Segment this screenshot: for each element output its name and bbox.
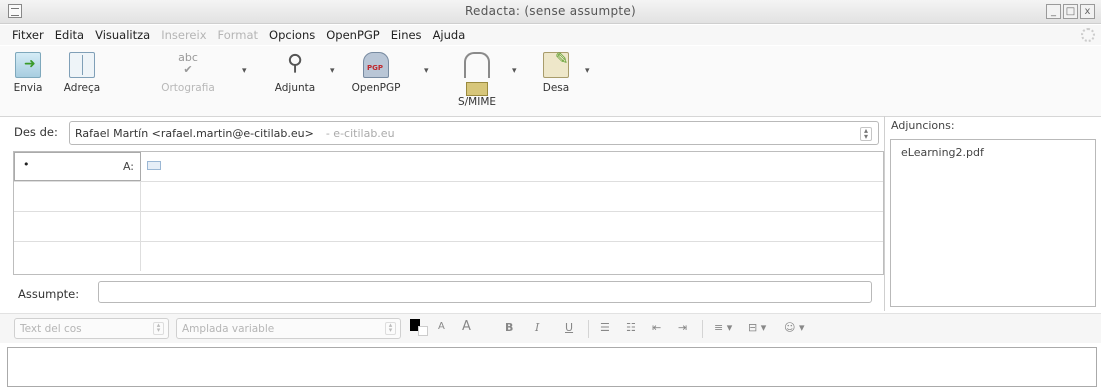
recipient-type-marker: •	[23, 158, 30, 171]
recipient-type-label: A:	[122, 160, 134, 173]
from-identity-select[interactable]: Rafael Martín <rafael.martin@e-citilab.e…	[69, 121, 879, 145]
maximize-button[interactable]: □	[1063, 4, 1078, 19]
openpgp-label: OpenPGP	[351, 82, 401, 94]
window-title: Redacta: (sense assumpte)	[464, 4, 637, 18]
toolbar-separator	[588, 320, 589, 338]
subject-label: Assumpte:	[18, 287, 80, 301]
spellcheck-icon: abc ✔	[178, 51, 198, 76]
align-dropdown-button[interactable]: ≡ ▾	[714, 321, 732, 334]
attachments-list[interactable]: eLearning2.pdf	[890, 139, 1096, 307]
spellcheck-label: Ortografia	[161, 82, 215, 94]
menu-insert[interactable]: Insereix	[161, 28, 206, 42]
openpgp-icon	[363, 52, 389, 78]
menu-options[interactable]: Opcions	[269, 28, 315, 42]
indent-button[interactable]: ⇥	[678, 321, 687, 334]
message-body-editor[interactable]	[7, 347, 1097, 387]
minimize-button[interactable]: _	[1046, 4, 1061, 19]
address-book-icon	[69, 52, 95, 78]
address-card-icon	[147, 161, 161, 170]
numbered-list-button[interactable]: ☷	[626, 321, 636, 334]
from-address: Rafael Martín <rafael.martin@e-citilab.e…	[75, 127, 314, 140]
paragraph-style-value: Text del cos	[20, 323, 82, 335]
smiley-dropdown-button[interactable]: ☺ ▾	[784, 321, 805, 334]
save-label: Desa	[542, 82, 570, 94]
attachment-item[interactable]: eLearning2.pdf	[901, 146, 984, 159]
font-value: Amplada variable	[182, 323, 275, 335]
openpgp-dropdown-arrow[interactable]: ▾	[424, 66, 429, 76]
from-row: Des de: Rafael Martín <rafael.martin@e-c…	[0, 118, 884, 148]
lock-icon	[464, 52, 490, 78]
from-account: - e-citilab.eu	[325, 127, 395, 140]
paragraph-style-select[interactable]: Text del cos ▴ ▾	[14, 318, 169, 339]
menu-format[interactable]: Format	[218, 28, 259, 42]
paperclip-icon: ⚲	[286, 51, 304, 76]
save-dropdown-arrow[interactable]: ▾	[585, 66, 590, 76]
recipient-type-cell[interactable]	[14, 242, 141, 271]
recipient-type-cell[interactable]	[14, 182, 141, 211]
recipient-row[interactable]	[14, 182, 883, 212]
from-value: Rafael Martín <rafael.martin@e-citilab.e…	[75, 127, 395, 140]
menu-help[interactable]: Ajuda	[433, 28, 466, 42]
smime-label: S/MIME	[457, 96, 497, 108]
attach-label: Adjunta	[274, 82, 316, 94]
close-button[interactable]: x	[1080, 4, 1095, 19]
spellcheck-button[interactable]: abc ✔ Ortografia	[160, 51, 216, 95]
save-button[interactable]: Desa	[538, 49, 574, 94]
address-book-label: Adreça	[63, 82, 101, 94]
recipient-row: • A:	[14, 152, 883, 182]
bullet-list-button[interactable]: ☰	[600, 321, 610, 334]
toolbar-separator	[702, 320, 703, 338]
attachments-panel: Adjuncions: eLearning2.pdf	[884, 116, 1101, 311]
smime-dropdown-arrow[interactable]: ▾	[512, 66, 517, 76]
send-label: Envia	[13, 82, 43, 94]
window-controls: _ □ x	[1046, 4, 1095, 19]
menu-file[interactable]: Fitxer	[12, 28, 44, 42]
underline-button[interactable]: U	[565, 321, 573, 334]
send-icon	[15, 52, 41, 78]
subject-row: Assumpte:	[0, 279, 884, 307]
font-select[interactable]: Amplada variable ▴ ▾	[176, 318, 401, 339]
recipient-type-cell[interactable]	[14, 212, 141, 241]
attach-button[interactable]: ⚲ Adjunta	[272, 51, 318, 95]
italic-button[interactable]: I	[535, 321, 539, 334]
select-arrows-icon: ▴ ▾	[860, 127, 872, 141]
outdent-button[interactable]: ⇤	[652, 321, 661, 334]
recipient-row[interactable]	[14, 242, 883, 272]
save-icon	[543, 49, 569, 78]
background-color-swatch[interactable]	[418, 326, 428, 336]
format-toolbar: Text del cos ▴ ▾ Amplada variable ▴ ▾ A A …	[0, 313, 1101, 343]
bold-button[interactable]: B	[505, 321, 513, 334]
send-button[interactable]: Envia	[10, 52, 46, 94]
attachments-title: Adjuncions:	[891, 119, 955, 132]
openpgp-button[interactable]: OpenPGP	[348, 52, 404, 94]
insert-dropdown-button[interactable]: ⊟ ▾	[748, 321, 766, 334]
spellcheck-glyph: abc	[178, 51, 198, 64]
menu-tools[interactable]: Eines	[391, 28, 422, 42]
smime-button[interactable]: S/MIME	[452, 52, 502, 108]
select-arrows-icon: ▴ ▾	[153, 322, 164, 335]
menu-view[interactable]: Visualitza	[95, 28, 150, 42]
recipients-list: • A:	[13, 151, 884, 275]
larger-text-button[interactable]: A	[462, 319, 471, 334]
activity-throbber-icon	[1081, 28, 1095, 42]
lock-body-icon	[466, 82, 488, 96]
attach-dropdown-arrow[interactable]: ▾	[330, 66, 335, 76]
compose-toolbar: Envia Adreça abc✔ Ortografia ▾ ⚲ Adjunta…	[0, 46, 1101, 116]
recipient-row[interactable]	[14, 212, 883, 242]
from-label: Des de:	[14, 125, 58, 139]
recipient-type-select[interactable]: • A:	[14, 152, 141, 181]
title-bar: Redacta: (sense assumpte) _ □ x	[0, 0, 1101, 24]
subject-input[interactable]	[98, 281, 872, 303]
address-book-button[interactable]: Adreça	[60, 52, 104, 94]
menu-openpgp[interactable]: OpenPGP	[326, 28, 380, 42]
select-arrows-icon: ▴ ▾	[385, 322, 396, 335]
menu-bar: Fitxer Edita Visualitza Insereix Format …	[0, 25, 1101, 45]
smaller-text-button[interactable]: A	[438, 321, 445, 332]
spellcheck-dropdown-arrow[interactable]: ▾	[242, 66, 247, 76]
menu-edit[interactable]: Edita	[55, 28, 84, 42]
